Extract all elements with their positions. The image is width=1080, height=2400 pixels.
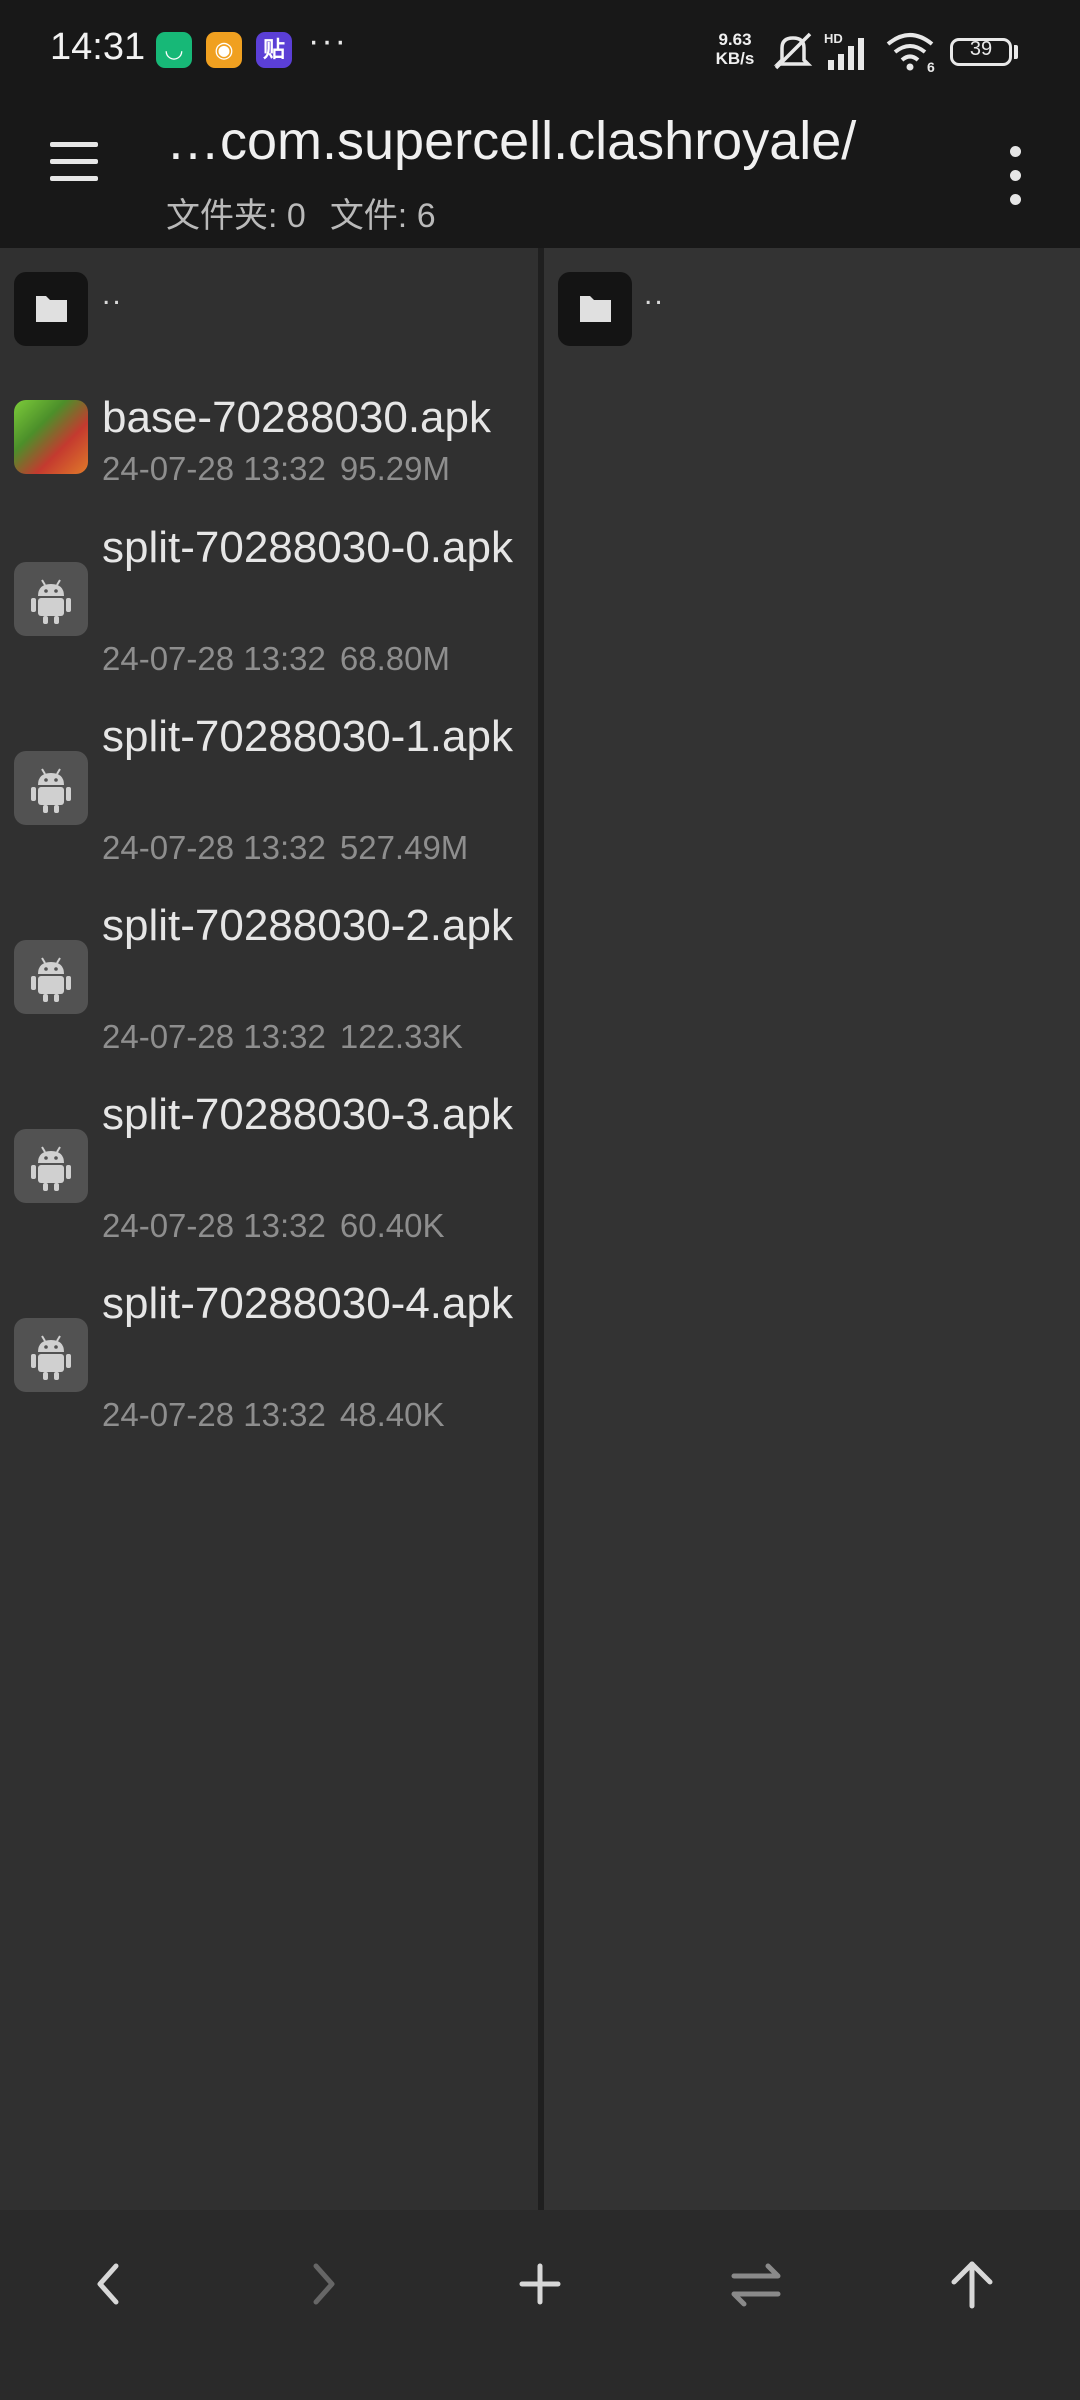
file-item[interactable]: split-70288030-3.apk 24-07-28 13:32 60.40… bbox=[0, 1085, 538, 1255]
go-up-button[interactable] bbox=[864, 2210, 1080, 2360]
file-item[interactable]: split-70288030-4.apk 24-07-28 13:32 48.40… bbox=[0, 1274, 538, 1444]
tieba-notification-icon: 贴 bbox=[256, 32, 292, 68]
up-icon bbox=[951, 2261, 993, 2309]
file-size: 122.33K bbox=[339, 1018, 463, 1055]
path-title: …com.supercell.clashroyale/ bbox=[166, 111, 857, 171]
status-bar: 14:31 ◡ ◉ 贴 ··· 9.63 KB/s HD 6 39 bbox=[0, 0, 1080, 100]
battery-tip bbox=[1014, 45, 1018, 59]
wifi-badge: 6 bbox=[927, 59, 935, 74]
parent-label: .. bbox=[102, 278, 123, 311]
app-toolbar: …com.supercell.clashroyale/ 文件夹: 0 文件: 6 bbox=[0, 100, 1080, 248]
file-item[interactable]: split-70288030-2.apk 24-07-28 13:32 122.3… bbox=[0, 896, 538, 1066]
status-time: 14:31 bbox=[50, 26, 146, 68]
folder-icon bbox=[558, 272, 632, 346]
file-date: 24-07-28 13:32 bbox=[102, 1396, 326, 1433]
cellular-signal-icon: HD bbox=[824, 31, 864, 70]
more-notifications-icon: ··· bbox=[308, 22, 348, 60]
network-speed: 9.63 KB/s bbox=[708, 30, 762, 68]
file-size: 68.80M bbox=[339, 640, 450, 677]
file-meta: 24-07-28 13:32 68.80M bbox=[102, 640, 464, 678]
hd-label: HD bbox=[824, 31, 843, 46]
file-name: split-70288030-1.apk bbox=[102, 712, 513, 761]
wifi-icon: 6 bbox=[886, 33, 935, 74]
parent-directory-item[interactable]: .. bbox=[544, 272, 1080, 352]
parent-directory-item[interactable]: .. bbox=[0, 272, 538, 352]
add-icon bbox=[519, 2263, 561, 2305]
file-name: split-70288030-0.apk bbox=[102, 523, 513, 572]
file-size: 95.29M bbox=[339, 450, 450, 487]
file-count: 文件: 6 bbox=[329, 197, 436, 235]
right-file-pane[interactable]: .. bbox=[544, 248, 1080, 2210]
back-button[interactable] bbox=[0, 2210, 216, 2360]
mute-icon bbox=[773, 32, 813, 70]
file-name: split-70288030-4.apk bbox=[102, 1279, 513, 1328]
mi-home-notification-icon: ◡ bbox=[156, 32, 192, 68]
file-meta: 24-07-28 13:32 60.40K bbox=[102, 1207, 458, 1245]
game-app-icon bbox=[14, 400, 88, 474]
back-icon bbox=[97, 2263, 119, 2305]
android-icon bbox=[14, 562, 88, 636]
folder-icon bbox=[14, 272, 88, 346]
file-item[interactable]: base-70288030.apk 24-07-28 13:32 95.29M bbox=[0, 388, 538, 498]
folder-count: 文件夹: 0 bbox=[166, 197, 306, 235]
android-icon bbox=[14, 751, 88, 825]
file-date: 24-07-28 13:32 bbox=[102, 1018, 326, 1055]
add-button[interactable] bbox=[432, 2210, 648, 2360]
file-date: 24-07-28 13:32 bbox=[102, 829, 326, 866]
battery-icon: 39 bbox=[950, 38, 1012, 66]
file-meta: 24-07-28 13:32 48.40K bbox=[102, 1396, 458, 1434]
network-speed-value: 9.63 bbox=[718, 30, 752, 49]
file-date: 24-07-28 13:32 bbox=[102, 1207, 326, 1244]
file-name: split-70288030-2.apk bbox=[102, 901, 513, 950]
file-name: base-70288030.apk bbox=[102, 393, 491, 442]
file-item[interactable]: split-70288030-1.apk 24-07-28 13:32 527.4… bbox=[0, 707, 538, 877]
file-size: 48.40K bbox=[339, 1396, 445, 1433]
file-meta: 24-07-28 13:32 122.33K bbox=[102, 1018, 477, 1056]
parent-label: .. bbox=[644, 278, 665, 311]
file-item[interactable]: split-70288030-0.apk 24-07-28 13:32 68.80… bbox=[0, 518, 538, 688]
left-file-pane[interactable]: .. base-70288030.apk 24-07-28 13:32 95.29… bbox=[0, 248, 538, 2210]
forward-icon bbox=[313, 2263, 335, 2305]
folder-file-count: 文件夹: 0 文件: 6 bbox=[166, 188, 460, 237]
network-speed-unit: KB/s bbox=[715, 49, 755, 68]
file-date: 24-07-28 13:32 bbox=[102, 450, 326, 487]
file-date: 24-07-28 13:32 bbox=[102, 640, 326, 677]
swap-icon bbox=[731, 2263, 781, 2307]
weibo-notification-icon: ◉ bbox=[206, 32, 242, 68]
file-meta: 24-07-28 13:32 95.29M bbox=[102, 450, 464, 488]
more-options-icon[interactable] bbox=[1000, 146, 1030, 206]
android-icon bbox=[14, 1318, 88, 1392]
file-size: 527.49M bbox=[339, 829, 469, 866]
battery-level: 39 bbox=[969, 38, 993, 60]
android-icon bbox=[14, 1129, 88, 1203]
android-icon bbox=[14, 940, 88, 1014]
bottom-navigation-bar bbox=[0, 2210, 1080, 2400]
forward-button[interactable] bbox=[216, 2210, 432, 2360]
menu-icon[interactable] bbox=[46, 140, 106, 188]
file-meta: 24-07-28 13:32 527.49M bbox=[102, 829, 482, 867]
file-name: split-70288030-3.apk bbox=[102, 1090, 513, 1139]
swap-panes-button[interactable] bbox=[648, 2210, 864, 2360]
file-size: 60.40K bbox=[339, 1207, 445, 1244]
